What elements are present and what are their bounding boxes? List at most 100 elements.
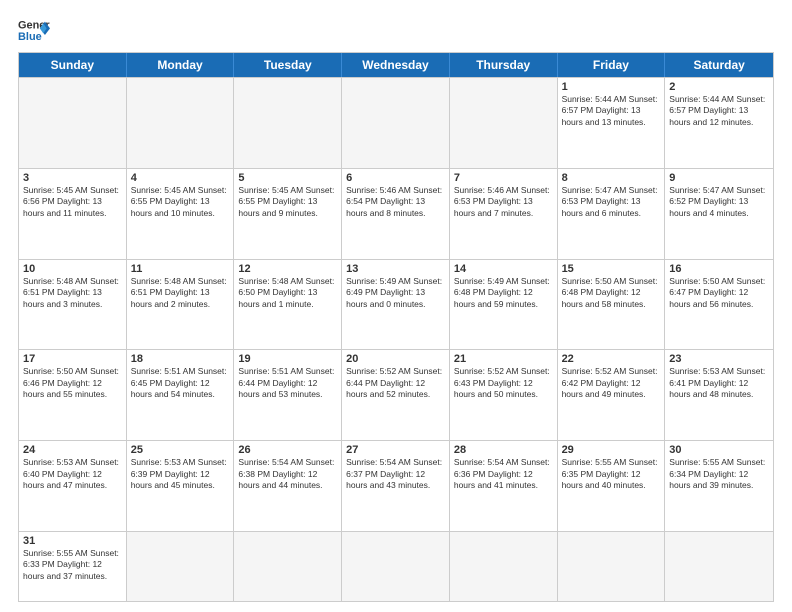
day-info: Sunrise: 5:55 AM Sunset: 6:34 PM Dayligh… — [669, 457, 769, 491]
day-number: 29 — [562, 444, 661, 456]
day-info: Sunrise: 5:47 AM Sunset: 6:52 PM Dayligh… — [669, 185, 769, 219]
day-number: 4 — [131, 172, 230, 184]
day-info: Sunrise: 5:52 AM Sunset: 6:44 PM Dayligh… — [346, 366, 445, 400]
day-number: 27 — [346, 444, 445, 456]
logo-icon: General Blue — [18, 16, 50, 44]
day-number: 15 — [562, 263, 661, 275]
day-info: Sunrise: 5:53 AM Sunset: 6:41 PM Dayligh… — [669, 366, 769, 400]
day-number: 30 — [669, 444, 769, 456]
calendar-cell: 28Sunrise: 5:54 AM Sunset: 6:36 PM Dayli… — [450, 441, 558, 531]
calendar-cell — [342, 78, 450, 168]
day-info: Sunrise: 5:54 AM Sunset: 6:36 PM Dayligh… — [454, 457, 553, 491]
calendar-cell — [127, 78, 235, 168]
weekday-header: Tuesday — [234, 53, 342, 77]
day-info: Sunrise: 5:45 AM Sunset: 6:56 PM Dayligh… — [23, 185, 122, 219]
calendar-row: 24Sunrise: 5:53 AM Sunset: 6:40 PM Dayli… — [19, 440, 773, 531]
day-info: Sunrise: 5:50 AM Sunset: 6:47 PM Dayligh… — [669, 276, 769, 310]
calendar-cell: 3Sunrise: 5:45 AM Sunset: 6:56 PM Daylig… — [19, 169, 127, 259]
logo: General Blue — [18, 16, 50, 44]
calendar-cell — [342, 532, 450, 601]
day-number: 18 — [131, 353, 230, 365]
weekday-header: Monday — [127, 53, 235, 77]
day-info: Sunrise: 5:46 AM Sunset: 6:54 PM Dayligh… — [346, 185, 445, 219]
day-number: 26 — [238, 444, 337, 456]
weekday-header: Thursday — [450, 53, 558, 77]
weekday-header: Sunday — [19, 53, 127, 77]
calendar-cell: 23Sunrise: 5:53 AM Sunset: 6:41 PM Dayli… — [665, 350, 773, 440]
calendar-cell: 27Sunrise: 5:54 AM Sunset: 6:37 PM Dayli… — [342, 441, 450, 531]
day-number: 24 — [23, 444, 122, 456]
day-info: Sunrise: 5:45 AM Sunset: 6:55 PM Dayligh… — [131, 185, 230, 219]
day-info: Sunrise: 5:52 AM Sunset: 6:42 PM Dayligh… — [562, 366, 661, 400]
day-number: 10 — [23, 263, 122, 275]
day-number: 2 — [669, 81, 769, 93]
calendar-cell: 21Sunrise: 5:52 AM Sunset: 6:43 PM Dayli… — [450, 350, 558, 440]
day-info: Sunrise: 5:51 AM Sunset: 6:45 PM Dayligh… — [131, 366, 230, 400]
calendar-cell: 12Sunrise: 5:48 AM Sunset: 6:50 PM Dayli… — [234, 260, 342, 350]
page-header: General Blue — [18, 16, 774, 44]
calendar-cell: 16Sunrise: 5:50 AM Sunset: 6:47 PM Dayli… — [665, 260, 773, 350]
day-number: 6 — [346, 172, 445, 184]
calendar-cell: 13Sunrise: 5:49 AM Sunset: 6:49 PM Dayli… — [342, 260, 450, 350]
day-info: Sunrise: 5:53 AM Sunset: 6:39 PM Dayligh… — [131, 457, 230, 491]
day-number: 8 — [562, 172, 661, 184]
calendar: SundayMondayTuesdayWednesdayThursdayFrid… — [18, 52, 774, 602]
day-number: 12 — [238, 263, 337, 275]
day-number: 20 — [346, 353, 445, 365]
calendar-cell: 18Sunrise: 5:51 AM Sunset: 6:45 PM Dayli… — [127, 350, 235, 440]
day-info: Sunrise: 5:48 AM Sunset: 6:51 PM Dayligh… — [131, 276, 230, 310]
calendar-cell: 10Sunrise: 5:48 AM Sunset: 6:51 PM Dayli… — [19, 260, 127, 350]
day-number: 5 — [238, 172, 337, 184]
weekday-header: Wednesday — [342, 53, 450, 77]
calendar-cell — [450, 78, 558, 168]
calendar-cell: 26Sunrise: 5:54 AM Sunset: 6:38 PM Dayli… — [234, 441, 342, 531]
day-info: Sunrise: 5:54 AM Sunset: 6:37 PM Dayligh… — [346, 457, 445, 491]
calendar-cell: 11Sunrise: 5:48 AM Sunset: 6:51 PM Dayli… — [127, 260, 235, 350]
calendar-cell — [558, 532, 666, 601]
svg-text:Blue: Blue — [18, 31, 42, 43]
calendar-cell: 25Sunrise: 5:53 AM Sunset: 6:39 PM Dayli… — [127, 441, 235, 531]
day-info: Sunrise: 5:45 AM Sunset: 6:55 PM Dayligh… — [238, 185, 337, 219]
day-info: Sunrise: 5:55 AM Sunset: 6:35 PM Dayligh… — [562, 457, 661, 491]
calendar-cell — [234, 532, 342, 601]
calendar-cell: 15Sunrise: 5:50 AM Sunset: 6:48 PM Dayli… — [558, 260, 666, 350]
calendar-row: 10Sunrise: 5:48 AM Sunset: 6:51 PM Dayli… — [19, 259, 773, 350]
calendar-cell: 29Sunrise: 5:55 AM Sunset: 6:35 PM Dayli… — [558, 441, 666, 531]
calendar-row: 31Sunrise: 5:55 AM Sunset: 6:33 PM Dayli… — [19, 531, 773, 601]
calendar-cell: 30Sunrise: 5:55 AM Sunset: 6:34 PM Dayli… — [665, 441, 773, 531]
calendar-cell: 2Sunrise: 5:44 AM Sunset: 6:57 PM Daylig… — [665, 78, 773, 168]
calendar-cell: 31Sunrise: 5:55 AM Sunset: 6:33 PM Dayli… — [19, 532, 127, 601]
calendar-cell: 24Sunrise: 5:53 AM Sunset: 6:40 PM Dayli… — [19, 441, 127, 531]
day-number: 9 — [669, 172, 769, 184]
calendar-cell: 5Sunrise: 5:45 AM Sunset: 6:55 PM Daylig… — [234, 169, 342, 259]
calendar-body: 1Sunrise: 5:44 AM Sunset: 6:57 PM Daylig… — [19, 77, 773, 601]
calendar-cell — [19, 78, 127, 168]
day-number: 23 — [669, 353, 769, 365]
day-info: Sunrise: 5:48 AM Sunset: 6:50 PM Dayligh… — [238, 276, 337, 310]
day-info: Sunrise: 5:49 AM Sunset: 6:49 PM Dayligh… — [346, 276, 445, 310]
day-number: 3 — [23, 172, 122, 184]
day-info: Sunrise: 5:52 AM Sunset: 6:43 PM Dayligh… — [454, 366, 553, 400]
day-info: Sunrise: 5:55 AM Sunset: 6:33 PM Dayligh… — [23, 548, 122, 582]
day-number: 21 — [454, 353, 553, 365]
calendar-cell: 19Sunrise: 5:51 AM Sunset: 6:44 PM Dayli… — [234, 350, 342, 440]
day-info: Sunrise: 5:44 AM Sunset: 6:57 PM Dayligh… — [562, 94, 661, 128]
calendar-cell: 4Sunrise: 5:45 AM Sunset: 6:55 PM Daylig… — [127, 169, 235, 259]
day-info: Sunrise: 5:53 AM Sunset: 6:40 PM Dayligh… — [23, 457, 122, 491]
calendar-cell — [665, 532, 773, 601]
calendar-cell — [127, 532, 235, 601]
day-number: 7 — [454, 172, 553, 184]
day-info: Sunrise: 5:50 AM Sunset: 6:48 PM Dayligh… — [562, 276, 661, 310]
weekday-header: Saturday — [665, 53, 773, 77]
calendar-header: SundayMondayTuesdayWednesdayThursdayFrid… — [19, 53, 773, 77]
calendar-row: 3Sunrise: 5:45 AM Sunset: 6:56 PM Daylig… — [19, 168, 773, 259]
day-number: 16 — [669, 263, 769, 275]
day-number: 31 — [23, 535, 122, 547]
day-number: 22 — [562, 353, 661, 365]
calendar-cell: 8Sunrise: 5:47 AM Sunset: 6:53 PM Daylig… — [558, 169, 666, 259]
day-info: Sunrise: 5:48 AM Sunset: 6:51 PM Dayligh… — [23, 276, 122, 310]
day-info: Sunrise: 5:49 AM Sunset: 6:48 PM Dayligh… — [454, 276, 553, 310]
calendar-cell: 1Sunrise: 5:44 AM Sunset: 6:57 PM Daylig… — [558, 78, 666, 168]
calendar-cell: 20Sunrise: 5:52 AM Sunset: 6:44 PM Dayli… — [342, 350, 450, 440]
day-number: 25 — [131, 444, 230, 456]
